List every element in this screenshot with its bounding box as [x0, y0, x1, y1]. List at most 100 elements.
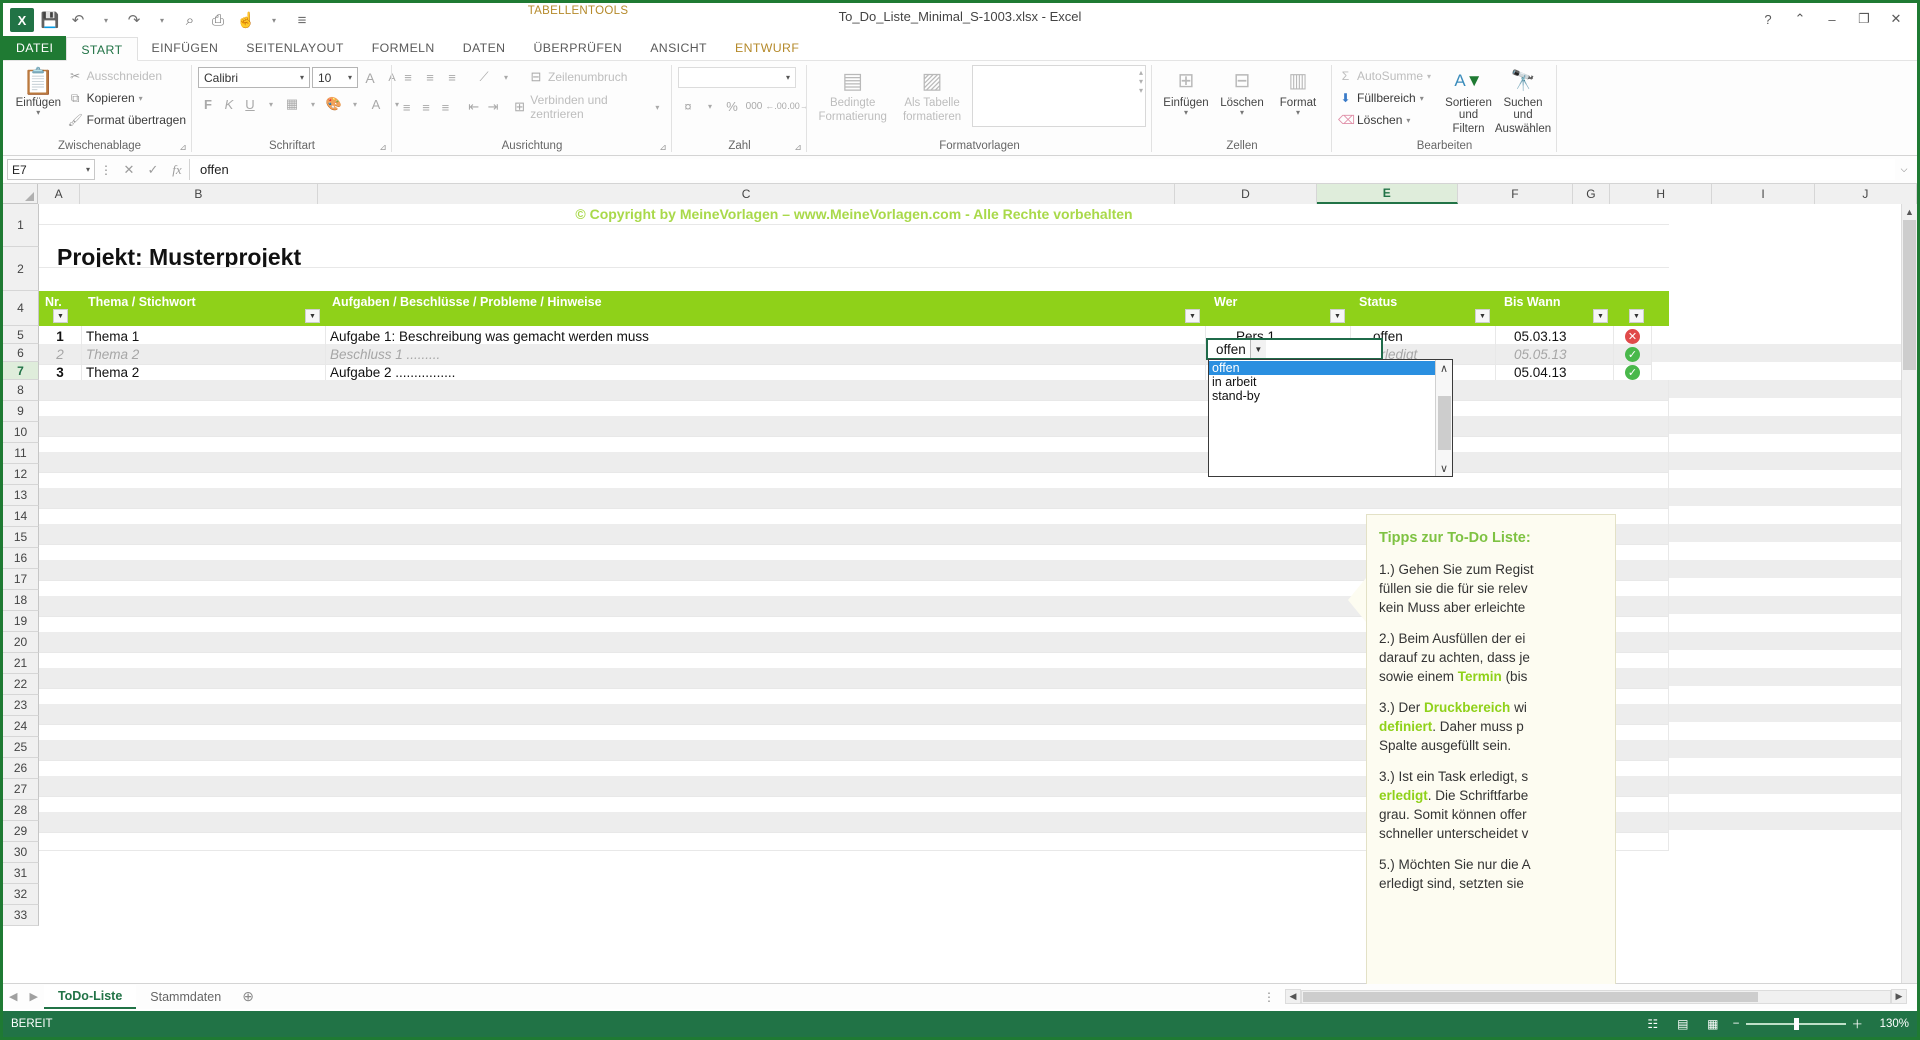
row-header-12[interactable]: 12: [3, 464, 39, 485]
underline-dropdown-icon[interactable]: ▾: [261, 94, 281, 114]
status-dropdown-list[interactable]: offen in arbeit stand-by ∧ ∨: [1208, 359, 1453, 477]
filter-button-wer[interactable]: ▼: [1330, 309, 1345, 323]
enter-formula-icon[interactable]: ✓: [141, 159, 165, 180]
row-header-31[interactable]: 31: [3, 863, 39, 884]
row-header-26[interactable]: 26: [3, 758, 39, 779]
row-header-27[interactable]: 27: [3, 779, 39, 800]
row-header-1[interactable]: 1: [3, 204, 39, 247]
clear-dropdown-icon[interactable]: ▾: [1406, 116, 1410, 125]
tab-formeln[interactable]: FORMELN: [358, 36, 449, 60]
vertical-scrollbar[interactable]: ▲: [1901, 204, 1917, 984]
underline-icon[interactable]: U: [240, 94, 260, 114]
row-header-9[interactable]: 9: [3, 401, 39, 422]
format-dropdown-icon[interactable]: ▾: [1296, 109, 1300, 117]
align-bottom-icon[interactable]: ≡: [442, 67, 462, 87]
copy-dropdown-icon[interactable]: ▾: [139, 94, 143, 103]
conditional-formatting-button[interactable]: ▤ Bedingte Formatierung: [813, 65, 892, 123]
filter-button-status[interactable]: ▼: [1475, 309, 1490, 323]
cut-button[interactable]: ✂ Ausschneiden: [68, 65, 186, 87]
column-header-B[interactable]: B: [80, 184, 318, 204]
last-sheet-icon[interactable]: ▶: [29, 990, 37, 1003]
tab-daten[interactable]: DATEN: [449, 36, 520, 60]
chevron-down-icon[interactable]: ▾: [86, 165, 90, 174]
format-painter-button[interactable]: 🖌 Format übertragen: [68, 109, 186, 131]
filter-button-nr[interactable]: ▼: [53, 309, 68, 323]
row-header-24[interactable]: 24: [3, 716, 39, 737]
zoom-track[interactable]: [1745, 1018, 1846, 1030]
sheet-tab-more-icon[interactable]: ⋮: [1263, 990, 1285, 1004]
align-middle-icon[interactable]: ≡: [420, 67, 440, 87]
increase-font-size-icon[interactable]: A: [360, 68, 380, 88]
row-header-5[interactable]: 5: [3, 326, 39, 344]
row-header-11[interactable]: 11: [3, 443, 39, 464]
merge-dropdown-icon[interactable]: ▾: [649, 97, 666, 117]
row-header-23[interactable]: 23: [3, 695, 39, 716]
row-header-19[interactable]: 19: [3, 611, 39, 632]
filter-button-bis-wann[interactable]: ▼: [1593, 309, 1608, 323]
restore-icon[interactable]: ❐: [1849, 7, 1879, 31]
column-header-C[interactable]: C: [317, 184, 1176, 204]
decrease-indent-icon[interactable]: ⇤: [465, 97, 482, 117]
wrap-text-label[interactable]: Zeilenumbruch: [548, 70, 627, 84]
row-header-18[interactable]: 18: [3, 590, 39, 611]
quick-print-icon[interactable]: ⎙: [205, 7, 231, 33]
bold-icon[interactable]: F: [198, 94, 218, 114]
row-header-7[interactable]: 7: [3, 362, 39, 380]
hscroll-right-icon[interactable]: ▶: [1891, 989, 1907, 1004]
redo-dropdown-icon[interactable]: ▾: [149, 7, 175, 33]
currency-dropdown-icon[interactable]: ▾: [700, 96, 720, 116]
tab-start[interactable]: START: [66, 37, 138, 61]
dropdown-scrollbar[interactable]: ∧ ∨: [1435, 360, 1452, 476]
select-all-corner[interactable]: [3, 184, 39, 203]
horizontal-scrollbar[interactable]: [1301, 989, 1891, 1004]
dropdown-item-in-arbeit[interactable]: in arbeit: [1209, 375, 1435, 389]
format-cells-button[interactable]: ▥ Format ▾: [1270, 65, 1326, 117]
column-header-A[interactable]: A: [38, 184, 81, 204]
fill-color-dropdown-icon[interactable]: ▾: [345, 94, 365, 114]
view-normal-icon[interactable]: ☷: [1643, 1016, 1663, 1032]
view-page-layout-icon[interactable]: ▤: [1673, 1016, 1693, 1032]
save-icon[interactable]: 💾: [37, 7, 63, 33]
row-header-22[interactable]: 22: [3, 674, 39, 695]
font-size-combo[interactable]: 10 ▾: [312, 67, 358, 88]
orientation-icon[interactable]: ⟋: [474, 67, 494, 87]
insert-function-icon[interactable]: fx: [165, 159, 189, 180]
column-header-I[interactable]: I: [1712, 184, 1815, 204]
zoom-out-icon[interactable]: −: [1733, 1018, 1740, 1030]
formula-input[interactable]: offen: [189, 159, 1895, 180]
clear-button[interactable]: ⌫ Löschen ▾: [1338, 109, 1442, 131]
row-header-16[interactable]: 16: [3, 548, 39, 569]
table-row[interactable]: 2 Thema 2 Beschluss 1 ......... Pers.2 e…: [39, 344, 1917, 365]
align-left-icon[interactable]: ≡: [398, 97, 415, 117]
undo-dropdown-icon[interactable]: ▾: [93, 7, 119, 33]
close-icon[interactable]: ✕: [1881, 7, 1911, 31]
decrease-decimal-icon[interactable]: .00→: [787, 96, 809, 116]
filter-button-aufgaben[interactable]: ▼: [1185, 309, 1200, 323]
align-right-icon[interactable]: ≡: [437, 97, 454, 117]
borders-dropdown-icon[interactable]: ▾: [303, 94, 323, 114]
print-preview-icon[interactable]: ⌕: [177, 7, 203, 33]
sort-filter-button[interactable]: A▼ Sortieren und Filtern: [1442, 65, 1495, 135]
format-as-table-button[interactable]: ▨ Als Tabelle formatieren: [892, 65, 971, 123]
dropdown-item-stand-by[interactable]: stand-by: [1209, 389, 1435, 403]
number-format-combo[interactable]: ▾: [678, 67, 796, 88]
active-cell-e7[interactable]: offen ▼: [1206, 338, 1383, 360]
tab-datei[interactable]: DATEI: [3, 36, 67, 60]
row-header-32[interactable]: 32: [3, 884, 39, 905]
column-header-J[interactable]: J: [1814, 184, 1917, 204]
table-row[interactable]: 3 Thema 2 Aufgabe 2 ................ Per…: [39, 362, 1917, 383]
autosum-dropdown-icon[interactable]: ▾: [1427, 72, 1431, 81]
fill-dropdown-icon[interactable]: ▾: [1420, 94, 1424, 103]
scroll-up-icon[interactable]: ▲: [1902, 204, 1917, 220]
view-page-break-icon[interactable]: ▦: [1703, 1016, 1723, 1032]
increase-indent-icon[interactable]: ⇥: [484, 97, 501, 117]
scrollbar-thumb[interactable]: [1438, 396, 1451, 450]
row-header-21[interactable]: 21: [3, 653, 39, 674]
currency-icon[interactable]: ¤: [678, 96, 698, 116]
vertical-scrollbar-thumb[interactable]: [1903, 220, 1916, 370]
find-select-button[interactable]: 🔭 Suchen und Auswählen: [1495, 65, 1551, 135]
ribbon-display-options-icon[interactable]: ⌃: [1785, 7, 1815, 31]
row-header-29[interactable]: 29: [3, 821, 39, 842]
touch-mode-icon[interactable]: ☝: [233, 7, 259, 33]
comma-style-icon[interactable]: 000: [744, 96, 764, 116]
